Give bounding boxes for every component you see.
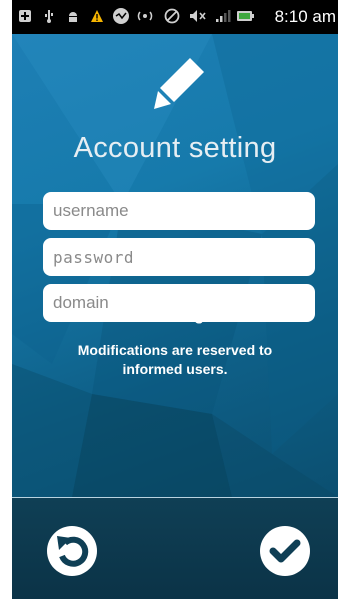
mute-icon: [190, 10, 206, 22]
status-bar: 8:10 am: [12, 0, 338, 34]
add-icon: [19, 10, 31, 22]
warning-message: Modifications are reserved to informed u…: [77, 342, 273, 377]
undo-icon: [57, 536, 89, 567]
confirm-button[interactable]: [260, 526, 310, 576]
main-panel: Account setting Warning! Modifications a…: [12, 34, 338, 497]
device-screen: 8:10 am Account setting Warning! Modific…: [12, 0, 338, 599]
android-icon: [69, 12, 77, 22]
warning-icon: [91, 10, 103, 22]
undo-button[interactable]: [47, 526, 97, 576]
wireless-icon: [137, 11, 153, 21]
bottom-toolbar: [12, 498, 338, 599]
username-field[interactable]: [43, 192, 315, 230]
status-clock: 8:10 am: [274, 7, 336, 26]
checkmark-icon: [269, 539, 301, 563]
page-title: Account setting: [73, 132, 277, 164]
pencil-icon: [154, 56, 206, 109]
warning-title: Warning!: [140, 307, 210, 324]
password-field[interactable]: [43, 238, 315, 276]
usb-icon: [45, 10, 53, 23]
signal-icon: [216, 10, 231, 22]
battery-icon: [237, 11, 254, 21]
blocked-icon: [164, 8, 180, 24]
sync-icon: [113, 8, 129, 24]
